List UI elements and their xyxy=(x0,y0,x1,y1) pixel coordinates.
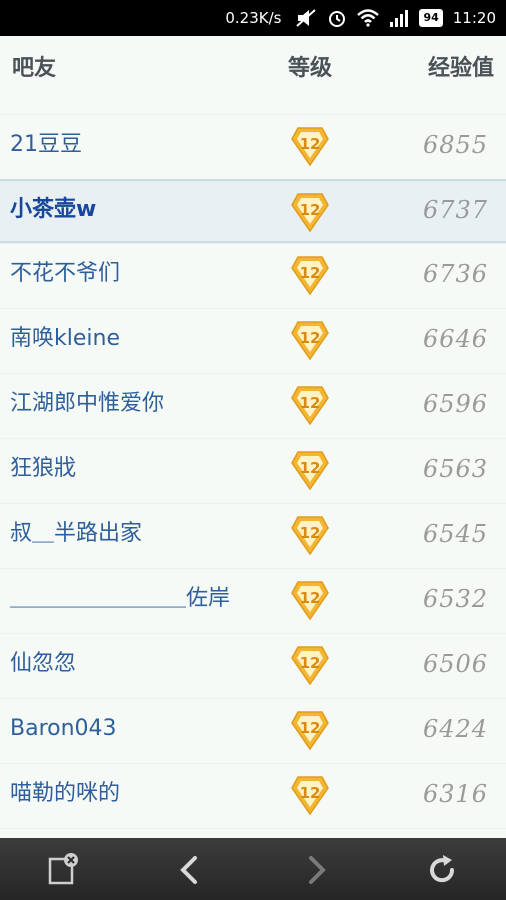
level-number: 12 xyxy=(300,201,321,219)
list-item[interactable]: 狂狼戕 12 6563 xyxy=(0,438,506,503)
chevron-left-icon[interactable] xyxy=(170,850,210,890)
exp-value: 6506 xyxy=(423,650,489,678)
alarm-icon xyxy=(327,8,347,28)
tabs-close-icon[interactable] xyxy=(44,850,84,890)
list-item[interactable]: Baron043 12 6424 xyxy=(0,698,506,763)
list-item[interactable]: 叔＿半路出家 12 6545 xyxy=(0,503,506,568)
column-header-name: 吧友 xyxy=(12,56,57,81)
list-item[interactable]: 江湖郎中惟爱你 12 6596 xyxy=(0,373,506,438)
column-header-exp: 经验值 xyxy=(428,56,495,81)
level-number: 12 xyxy=(300,524,321,542)
level-number: 12 xyxy=(300,589,321,607)
level-badge-icon: 12 xyxy=(290,254,330,296)
level-number: 12 xyxy=(300,654,321,672)
level-number: 12 xyxy=(300,264,321,282)
exp-value: 6855 xyxy=(423,131,489,159)
signal-icon xyxy=(389,9,409,27)
exp-value: 6596 xyxy=(423,390,489,418)
exp-value: 6316 xyxy=(423,780,489,808)
level-number: 12 xyxy=(300,329,321,347)
exp-value: 6424 xyxy=(423,715,489,743)
exp-value: 6545 xyxy=(423,520,489,548)
list-item[interactable]: 喵勒的咪的 12 6316 xyxy=(0,763,506,828)
wifi-icon xyxy=(357,9,380,27)
network-speed: 0.23K/s xyxy=(225,9,282,27)
member-name[interactable]: 南唤kleine xyxy=(10,309,120,373)
level-number: 12 xyxy=(300,784,321,802)
member-name[interactable]: 喵勒的咪的 xyxy=(10,764,120,828)
member-name[interactable]: 狂狼戕 xyxy=(10,439,76,503)
list-item[interactable]: 21豆豆 12 6855 xyxy=(0,114,506,179)
clock: 11:20 xyxy=(452,9,496,27)
member-name[interactable]: 小茶壶w xyxy=(10,181,96,245)
list-item[interactable]: 不花不爷们 12 6736 xyxy=(0,243,506,308)
exp-value: 6736 xyxy=(423,260,489,288)
member-name[interactable]: ＿＿＿＿＿＿＿＿佐岸 xyxy=(10,569,230,633)
level-badge-icon: 12 xyxy=(290,579,330,621)
table-header: 吧友 等级 经验值 xyxy=(0,36,506,115)
level-number: 12 xyxy=(300,719,321,737)
level-badge-icon: 12 xyxy=(290,384,330,426)
exp-value: 6532 xyxy=(423,585,489,613)
column-header-level: 等级 xyxy=(288,56,333,81)
level-badge-icon: 12 xyxy=(290,774,330,816)
level-badge-icon: 12 xyxy=(290,191,330,233)
level-number: 12 xyxy=(300,135,321,153)
level-number: 12 xyxy=(300,394,321,412)
list-item[interactable]: 小茶壶w 12 6737 xyxy=(0,179,506,243)
member-list: 21豆豆 12 6855 小茶壶w 12 6737 不花不爷们 12 6736 南唤kleine 1… xyxy=(0,114,506,893)
exp-value: 6737 xyxy=(423,196,489,224)
exp-value: 6646 xyxy=(423,325,489,353)
level-badge-icon: 12 xyxy=(290,709,330,751)
exp-value: 6563 xyxy=(423,455,489,483)
list-item[interactable]: ＿＿＿＿＿＿＿＿佐岸 12 6532 xyxy=(0,568,506,633)
chevron-right-icon[interactable] xyxy=(296,850,336,890)
member-name[interactable]: 不花不爷们 xyxy=(10,244,120,308)
member-name[interactable]: 江湖郎中惟爱你 xyxy=(10,374,164,438)
level-badge-icon: 12 xyxy=(290,449,330,491)
member-name[interactable]: Baron043 xyxy=(10,699,117,763)
level-number: 12 xyxy=(300,459,321,477)
member-name[interactable]: 21豆豆 xyxy=(10,115,82,179)
list-item[interactable]: 南唤kleine 12 6646 xyxy=(0,308,506,373)
battery-indicator: 94 xyxy=(419,9,443,27)
level-badge-icon: 12 xyxy=(290,125,330,167)
member-name[interactable]: 叔＿半路出家 xyxy=(10,504,142,568)
browser-toolbar xyxy=(0,838,506,900)
list-item[interactable]: 仙忽忽 12 6506 xyxy=(0,633,506,698)
mute-icon xyxy=(295,8,317,28)
level-badge-icon: 12 xyxy=(290,644,330,686)
refresh-icon[interactable] xyxy=(422,850,462,890)
member-name[interactable]: 仙忽忽 xyxy=(10,634,76,698)
status-bar: 0.23K/s 94 11:20 xyxy=(0,0,506,36)
level-badge-icon: 12 xyxy=(290,319,330,361)
level-badge-icon: 12 xyxy=(290,514,330,556)
